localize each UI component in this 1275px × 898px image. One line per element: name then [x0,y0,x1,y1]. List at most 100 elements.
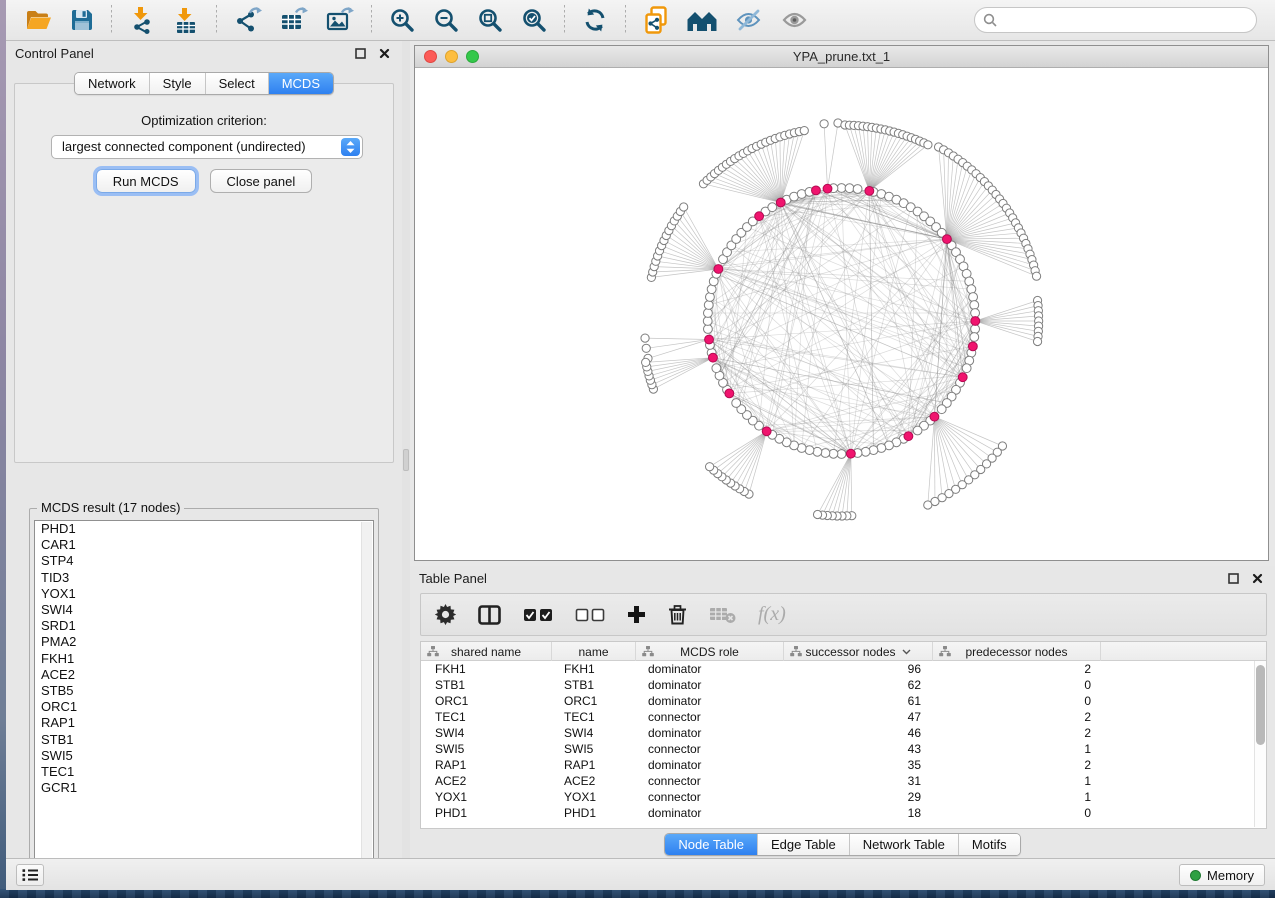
column-header-MCDS-role[interactable]: MCDS role [636,642,784,661]
network-hub-node[interactable] [709,353,718,362]
mcds-result-item[interactable]: TID3 [35,570,373,586]
table-scrollbar-thumb[interactable] [1256,665,1265,745]
network-node[interactable] [861,447,870,456]
network-hub-node[interactable] [812,186,821,195]
network-leaf-node[interactable] [820,120,828,128]
network-leaf-node[interactable] [642,358,650,366]
mcds-result-item[interactable]: PHD1 [35,521,373,537]
tab-node-table[interactable]: Node Table [665,834,757,855]
network-node[interactable] [829,449,838,458]
column-header-name[interactable]: name [552,642,636,661]
network-node[interactable] [712,364,721,373]
minimize-window-icon[interactable] [445,50,458,63]
import-network-icon[interactable] [126,4,158,36]
close-panel-icon[interactable] [376,47,393,60]
mcds-result-item[interactable]: ORC1 [35,699,373,715]
network-leaf-node[interactable] [813,510,821,518]
import-table-icon[interactable] [170,5,202,36]
network-node[interactable] [837,184,846,193]
network-node[interactable] [706,293,715,302]
table-row[interactable]: FKH1FKH1dominator962 [421,661,1266,677]
table-row[interactable]: SWI5SWI5connector431 [421,741,1266,757]
network-leaf-node[interactable] [642,344,650,352]
network-node[interactable] [967,285,976,294]
table-row[interactable]: PHD1PHD1dominator180 [421,805,1266,821]
tab-edge-table[interactable]: Edge Table [757,834,849,855]
network-leaf-node[interactable] [1032,272,1040,280]
deselect-all-rows-icon[interactable] [575,608,605,622]
network-view-titlebar[interactable]: YPA_prune.txt_1 [415,46,1268,68]
tab-network[interactable]: Network [75,73,149,94]
mcds-result-item[interactable]: PMA2 [35,634,373,650]
zoom-out-icon[interactable] [430,5,462,35]
network-hub-node[interactable] [755,212,764,221]
mcds-result-item[interactable]: STB5 [35,683,373,699]
network-hub-node[interactable] [776,198,785,207]
column-visibility-icon[interactable] [478,605,501,625]
tab-network-table[interactable]: Network Table [849,834,958,855]
tab-select[interactable]: Select [205,73,268,94]
zoom-selected-icon[interactable] [518,5,550,35]
network-node[interactable] [703,325,712,334]
mcds-list-scroll-track[interactable] [361,522,372,875]
network-hub-node[interactable] [865,187,874,196]
network-hub-node[interactable] [714,265,723,274]
close-panel-button[interactable]: Close panel [210,169,313,193]
table-row[interactable]: YOX1YOX1connector291 [421,789,1266,805]
first-neighbors-icon[interactable] [684,6,720,34]
close-table-panel-icon[interactable] [1249,572,1266,585]
network-node[interactable] [970,333,979,342]
select-all-rows-icon[interactable] [523,608,553,622]
network-node[interactable] [971,325,980,334]
network-node[interactable] [813,447,822,456]
network-leaf-node[interactable] [924,141,932,149]
network-leaf-node[interactable] [680,203,688,211]
mcds-result-item[interactable]: GCR1 [35,780,373,796]
network-node[interactable] [962,364,971,373]
network-hub-node[interactable] [971,317,980,326]
network-hub-node[interactable] [930,412,939,421]
save-session-icon[interactable] [67,6,97,34]
network-node[interactable] [703,317,712,326]
mcds-result-item[interactable]: SWI5 [35,748,373,764]
network-hub-node[interactable] [968,342,977,351]
network-node[interactable] [971,309,980,318]
run-mcds-button[interactable]: Run MCDS [96,169,196,193]
table-row[interactable]: TEC1TEC1connector472 [421,709,1266,725]
splitter-grip[interactable] [403,449,409,471]
network-hub-node[interactable] [705,335,714,344]
network-leaf-node[interactable] [1033,337,1041,345]
show-all-icon[interactable] [778,7,812,33]
table-row[interactable]: RAP1RAP1dominator352 [421,757,1266,773]
network-leaf-node[interactable] [706,463,714,471]
memory-button[interactable]: Memory [1179,864,1265,886]
network-node[interactable] [732,399,741,408]
network-node[interactable] [704,301,713,310]
network-node[interactable] [913,426,922,435]
network-leaf-node[interactable] [924,501,932,509]
table-row[interactable]: SWI4SWI4dominator462 [421,725,1266,741]
network-node[interactable] [853,185,862,194]
delete-column-icon[interactable] [668,604,687,625]
network-hub-node[interactable] [823,184,832,193]
vertical-splitter[interactable] [402,41,410,858]
network-node[interactable] [845,184,854,193]
network-node[interactable] [869,446,878,455]
mcds-result-item[interactable]: ACE2 [35,667,373,683]
mcds-result-item[interactable]: YOX1 [35,586,373,602]
mcds-result-item[interactable]: SRD1 [35,618,373,634]
export-network-icon[interactable] [231,5,265,35]
table-settings-icon[interactable] [435,604,456,625]
column-header-predecessor-nodes[interactable]: predecessor nodes [933,642,1101,661]
network-canvas[interactable] [415,68,1268,560]
network-node[interactable] [703,309,712,318]
network-node[interactable] [837,450,846,459]
column-header-successor-nodes[interactable]: successor nodes [784,642,933,661]
float-table-panel-icon[interactable] [1225,572,1242,585]
export-image-icon[interactable] [323,5,357,35]
network-node[interactable] [821,449,830,458]
tab-mcds[interactable]: MCDS [268,73,333,94]
network-hub-node[interactable] [958,373,967,382]
search-input[interactable] [974,7,1257,33]
hide-selected-icon[interactable] [732,6,766,34]
